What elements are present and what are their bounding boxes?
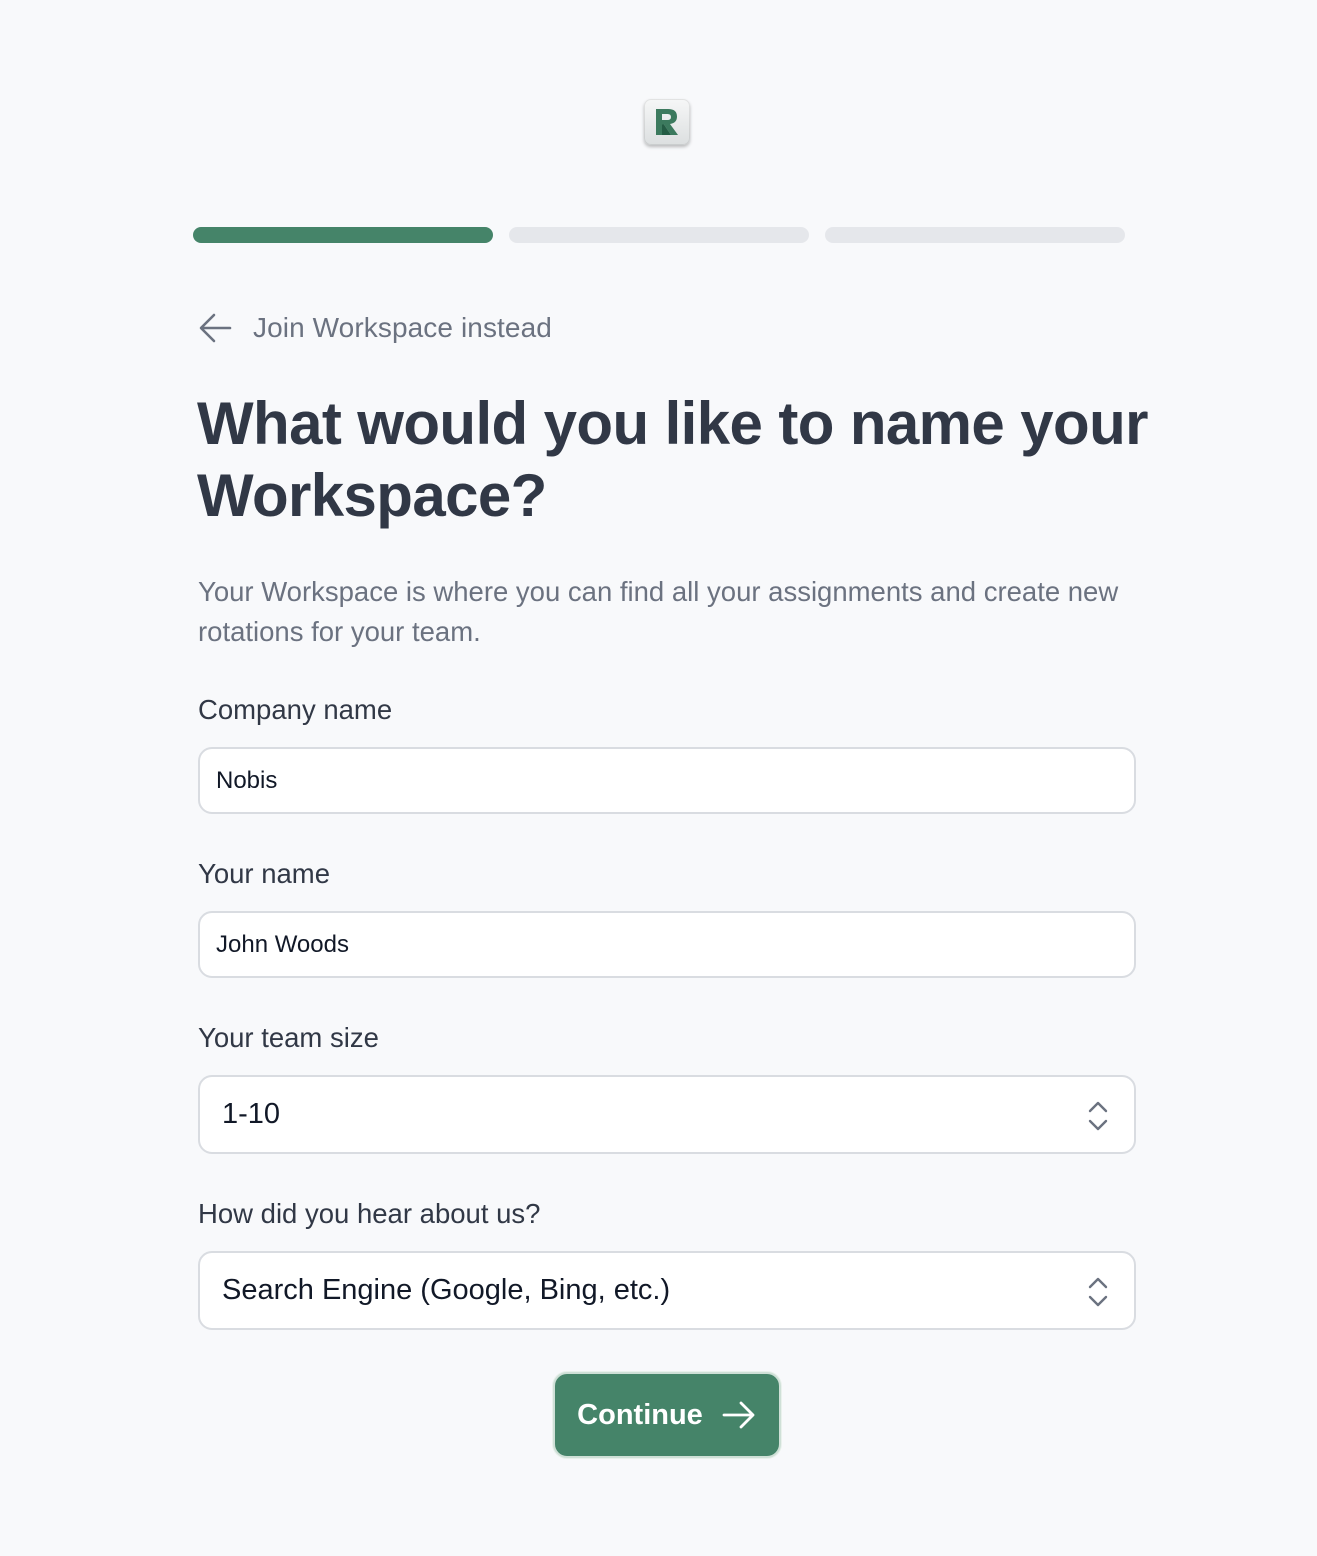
chevron-up-down-icon (1088, 1277, 1108, 1307)
team-size-value: 1-10 (222, 1098, 281, 1130)
team-size-label: Your team size (198, 1022, 379, 1053)
company-name-input[interactable] (198, 747, 1136, 814)
chevron-up-down-icon (1088, 1101, 1108, 1131)
continue-button[interactable]: Continue (553, 1372, 781, 1458)
onboarding-page: Join Workspace instead What would you li… (0, 0, 1317, 1556)
page-title: What would you like to name your Workspa… (197, 390, 1148, 529)
step-progress-bar (193, 227, 1125, 243)
join-workspace-label: Join Workspace instead (253, 312, 552, 343)
referral-source-label: How did you hear about us? (198, 1198, 541, 1229)
team-size-select[interactable]: 1-10 (198, 1075, 1136, 1154)
workspace-r-logo-icon (644, 99, 690, 145)
company-name-label: Company name (198, 694, 393, 725)
arrow-right-icon (722, 1401, 755, 1429)
join-workspace-link[interactable]: Join Workspace instead (198, 308, 552, 348)
page-description: Your Workspace is where you can find all… (198, 576, 1119, 647)
referral-source-value: Search Engine (Google, Bing, etc.) (222, 1274, 671, 1306)
progress-step-2 (509, 227, 809, 243)
progress-step-1 (193, 227, 493, 243)
your-name-input[interactable] (198, 911, 1136, 978)
arrow-left-icon (199, 313, 232, 343)
progress-step-3 (825, 227, 1125, 243)
continue-label: Continue (577, 1398, 703, 1431)
referral-source-select[interactable]: Search Engine (Google, Bing, etc.) (198, 1251, 1136, 1330)
your-name-label: Your name (198, 858, 330, 889)
